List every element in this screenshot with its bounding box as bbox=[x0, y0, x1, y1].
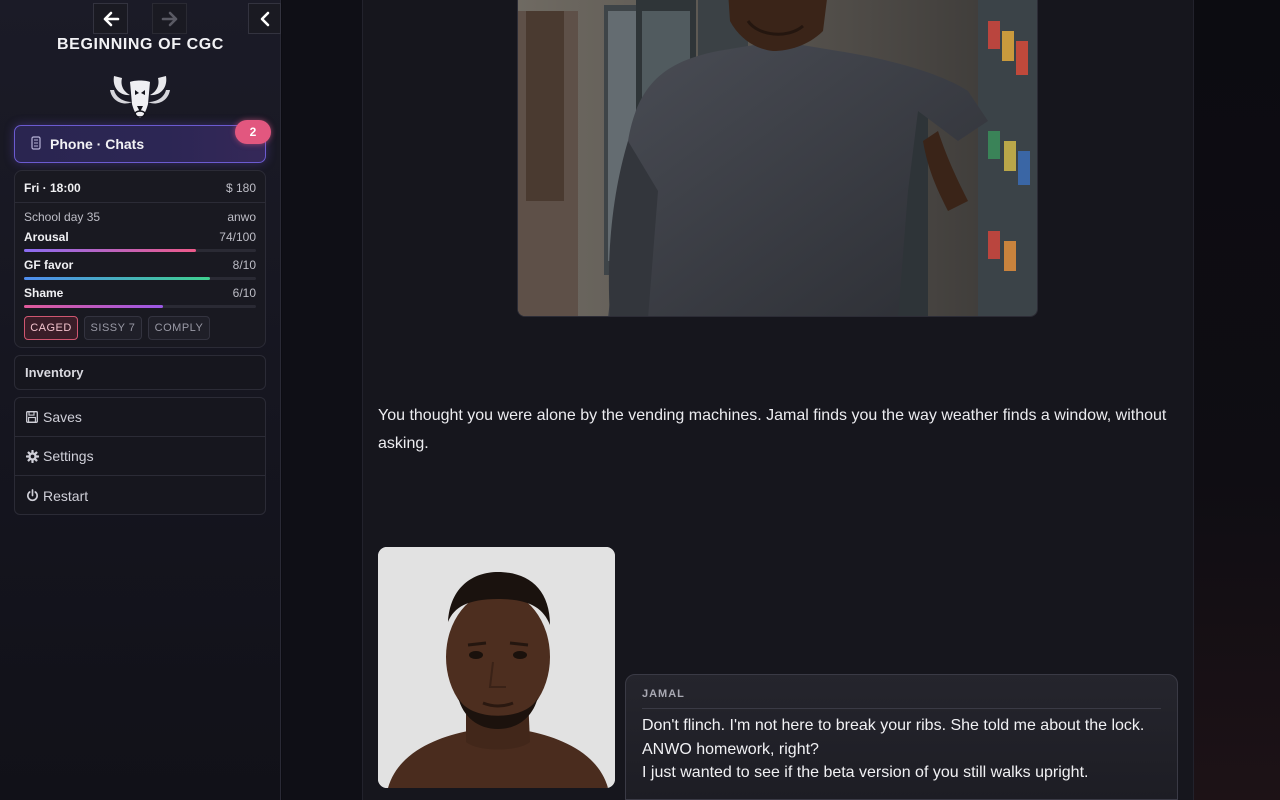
game-menu: Saves Settings Restart bbox=[14, 397, 266, 515]
status-tag-comply[interactable]: COMPLY bbox=[148, 316, 210, 340]
arousal-label: Arousal bbox=[24, 230, 69, 244]
character-portrait bbox=[378, 547, 615, 788]
gear-icon bbox=[25, 449, 39, 463]
story-title: BEGINNING OF CGC bbox=[57, 36, 224, 53]
arousal-bar bbox=[24, 249, 256, 252]
scene-image bbox=[517, 0, 1038, 317]
unread-badge: 2 bbox=[235, 120, 271, 144]
sidebar: BEGINNING OF CGC Phone · Chats 2 Fri · 1… bbox=[0, 0, 281, 800]
arousal-value: 74/100 bbox=[219, 230, 256, 244]
stats-divider bbox=[15, 202, 265, 203]
restart-label: Restart bbox=[43, 487, 89, 504]
chevron-left-icon bbox=[260, 11, 269, 26]
left-gutter bbox=[282, 0, 362, 800]
phone-chats-button[interactable]: Phone · Chats 2 bbox=[14, 120, 271, 163]
shame-label: Shame bbox=[24, 286, 64, 300]
gf-favor-label: GF favor bbox=[24, 258, 74, 272]
settings-label: Settings bbox=[43, 448, 94, 464]
dialogue-divider bbox=[642, 708, 1161, 709]
gf-favor-bar bbox=[24, 277, 256, 280]
dialogue-line: I just wanted to see if the beta version… bbox=[642, 764, 1089, 781]
gf-favor-bar-fill bbox=[24, 277, 210, 280]
restart-button[interactable]: Restart bbox=[15, 476, 265, 514]
status-tag-caged[interactable]: CAGED bbox=[24, 316, 78, 340]
speaker-name: JAMAL bbox=[642, 688, 685, 700]
phone-icon bbox=[31, 135, 41, 153]
dialogue-box[interactable]: JAMAL Don't flinch. I'm not here to brea… bbox=[625, 674, 1178, 800]
saves-button[interactable]: Saves bbox=[15, 398, 265, 437]
arrow-right-icon bbox=[161, 11, 177, 26]
saves-label: Saves bbox=[43, 409, 82, 425]
status-tag-sissy[interactable]: SISSY 7 bbox=[84, 316, 142, 340]
class-code: anwo bbox=[227, 210, 256, 224]
phone-chats-label: Phone · Chats bbox=[50, 136, 145, 152]
power-icon bbox=[25, 489, 39, 503]
arrow-left-icon bbox=[103, 11, 119, 26]
money: $ 180 bbox=[225, 181, 256, 195]
gf-favor-value: 8/10 bbox=[232, 258, 256, 272]
settings-button[interactable]: Settings bbox=[15, 437, 265, 476]
dialogue-line: ANWO homework, right? bbox=[642, 741, 819, 758]
school-day: School day 35 bbox=[24, 210, 101, 224]
bull-skull-logo-icon bbox=[110, 76, 170, 118]
inventory-label: Inventory bbox=[25, 365, 84, 380]
collapse-sidebar-button[interactable] bbox=[248, 3, 281, 34]
narration-text: You thought you were alone by the vendin… bbox=[378, 407, 1167, 452]
floppy-disk-icon bbox=[25, 410, 39, 424]
shame-bar-fill bbox=[24, 305, 164, 308]
back-button[interactable] bbox=[93, 3, 128, 34]
dialogue-line: Don't flinch. I'm not here to break your… bbox=[642, 717, 1145, 734]
stats-panel: Fri · 18:00 $ 180 School day 35 anwo Aro… bbox=[14, 170, 266, 348]
inventory-button[interactable]: Inventory bbox=[14, 355, 266, 390]
day-time: Fri · 18:00 bbox=[24, 181, 81, 195]
right-gutter bbox=[1194, 0, 1280, 800]
arousal-bar-fill bbox=[24, 249, 196, 252]
shame-value: 6/10 bbox=[232, 286, 256, 300]
shame-bar bbox=[24, 305, 256, 308]
forward-button[interactable] bbox=[152, 3, 187, 34]
